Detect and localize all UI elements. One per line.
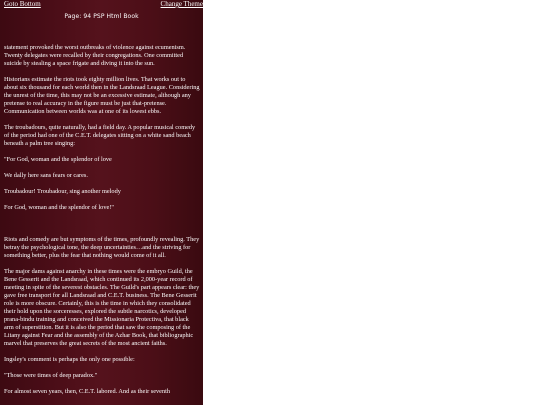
quote: "Those were times of deep paradox." — [4, 372, 98, 379]
paragraph: The troubadours, quite naturally, had a … — [4, 124, 196, 147]
verse-line: "For God, woman and the splendor of love — [4, 156, 112, 163]
verse-line: For God, woman and the splendor of love!… — [4, 204, 114, 211]
paragraph: statement provoked the worst outbreaks o… — [4, 44, 186, 67]
paragraph: For almost seven years, then, C.E.T. lab… — [4, 388, 171, 395]
top-nav-bar: Goto Bottom Change Theme — [0, 0, 203, 9]
verse-line: Troubadour! Troubadour, sing another mel… — [4, 188, 121, 195]
page-title: Page: 94 PSP Html Book — [64, 13, 139, 20]
paragraph: Ingsley's comment is perhaps the only on… — [4, 356, 135, 363]
reader-panel: Goto Bottom Change Theme Page: 94 PSP Ht… — [0, 0, 203, 405]
verse-line: We dally here sans fears or cares. — [4, 172, 88, 179]
paragraph: The major dams against anarchy in these … — [4, 268, 200, 347]
book-text: statement provoked the worst outbreaks o… — [4, 44, 200, 404]
change-theme-link[interactable]: Change Theme — [161, 0, 203, 8]
paragraph: Riots and comedy are but symptoms of the… — [4, 236, 200, 259]
goto-bottom-link[interactable]: Goto Bottom — [4, 0, 41, 8]
paragraph: Historians estimate the riots took eight… — [4, 76, 200, 115]
